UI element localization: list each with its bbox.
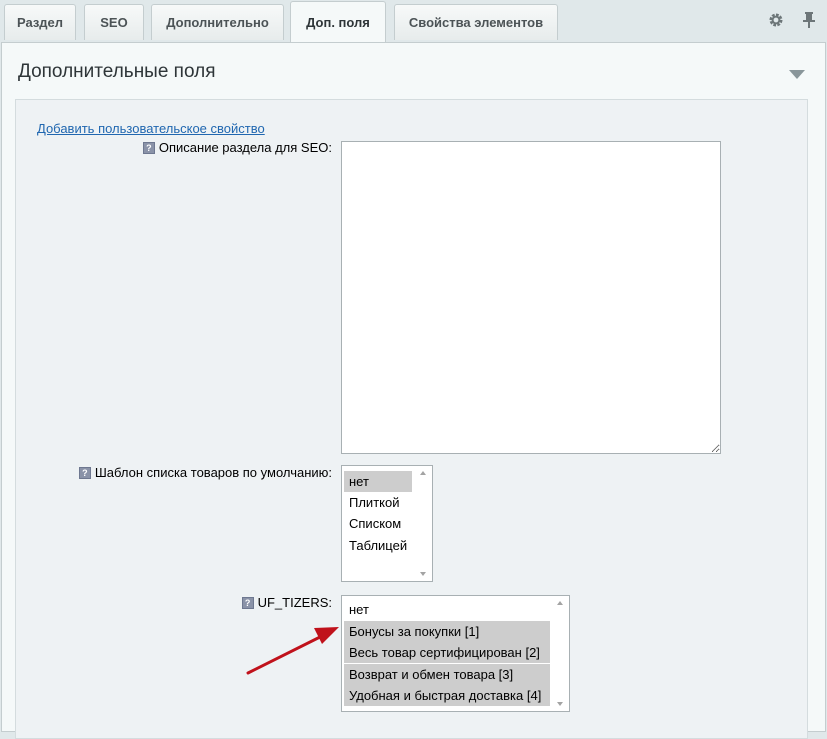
tab-bar: Раздел SEO Дополнительно Доп. поля Свойс… <box>0 0 827 42</box>
seo-description-textarea[interactable] <box>341 141 721 454</box>
tizers-multiselect[interactable]: нет Бонусы за покупки [1] Весь товар сер… <box>341 595 570 712</box>
section-title: Дополнительные поля <box>18 61 216 82</box>
template-label-text: Шаблон списка товаров по умолчанию: <box>94 465 332 480</box>
add-user-property-link[interactable]: Добавить пользовательское свойство <box>37 121 265 136</box>
extra-fields-panel: Дополнительные поля Добавить пользовател… <box>1 42 826 739</box>
collapse-arrow-icon[interactable] <box>789 70 805 79</box>
help-icon[interactable]: ? <box>78 467 91 479</box>
select-option[interactable]: Возврат и обмен товара [3] <box>344 664 550 685</box>
seo-description-label-text: Описание раздела для SEO: <box>158 140 332 155</box>
tab-seo[interactable]: SEO <box>84 4 144 40</box>
seo-description-label: ? Описание раздела для SEO: <box>142 140 332 155</box>
tizers-label-text: UF_TIZERS: <box>257 595 332 610</box>
select-option[interactable]: Весь товар сертифицирован [2] <box>344 642 550 663</box>
fields-container: Добавить пользовательское свойство ? Опис… <box>15 99 808 739</box>
template-label: ? Шаблон списка товаров по умолчанию: <box>78 465 332 480</box>
tab-extra-fields[interactable]: Доп. поля <box>290 1 386 42</box>
tizers-label: ? UF_TIZERS: <box>241 595 332 610</box>
scrollbar[interactable] <box>552 596 569 711</box>
select-option[interactable]: Списком <box>344 513 401 534</box>
select-option[interactable]: нет <box>344 471 412 492</box>
select-option[interactable]: Таблицей <box>344 535 407 556</box>
tab-section[interactable]: Раздел <box>4 4 76 40</box>
scroll-up-icon[interactable] <box>420 471 426 475</box>
scrollbar[interactable] <box>415 466 432 581</box>
select-option[interactable]: Бонусы за покупки [1] <box>344 621 550 642</box>
pin-icon[interactable] <box>799 10 819 30</box>
select-option[interactable]: Удобная и быстрая доставка [4] <box>344 685 550 706</box>
help-icon[interactable]: ? <box>241 597 254 609</box>
scroll-down-icon[interactable] <box>557 702 563 706</box>
help-icon[interactable]: ? <box>142 142 155 154</box>
scroll-up-icon[interactable] <box>557 601 563 605</box>
tab-additional[interactable]: Дополнительно <box>151 4 284 40</box>
select-option[interactable]: нет <box>344 599 369 620</box>
tab-element-properties[interactable]: Свойства элементов <box>394 4 558 40</box>
select-option[interactable]: Плиткой <box>344 492 399 513</box>
gear-icon[interactable] <box>766 10 786 30</box>
template-select[interactable]: нет Плиткой Списком Таблицей <box>341 465 433 582</box>
scroll-down-icon[interactable] <box>420 572 426 576</box>
